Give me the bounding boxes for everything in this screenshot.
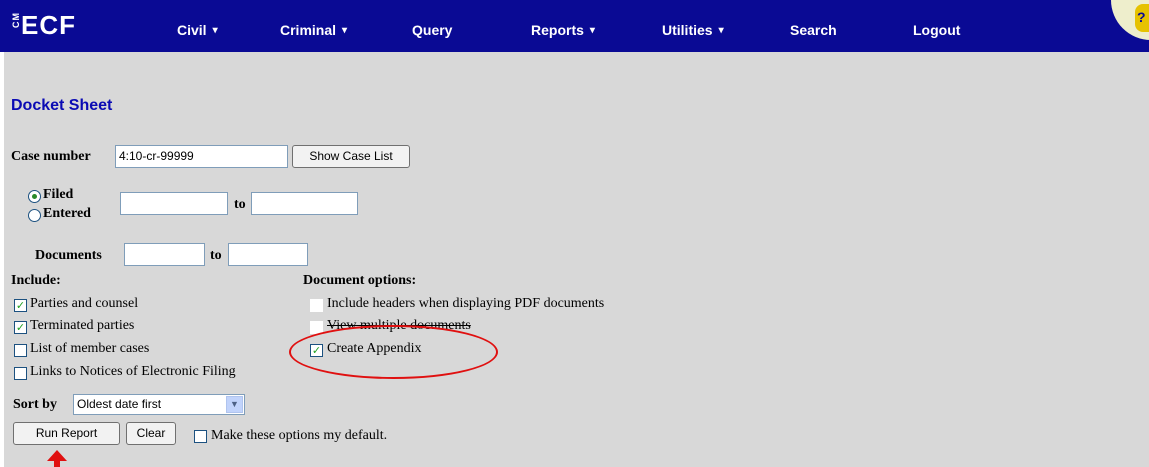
terminated-parties-label: Terminated parties <box>30 318 135 333</box>
list-of-member-cases-label: List of member cases <box>30 341 150 356</box>
nav-link-query[interactable]: Query <box>412 22 452 38</box>
documents-to-input[interactable] <box>228 243 308 266</box>
entered-radio[interactable] <box>28 209 41 222</box>
logo-text: ECF <box>21 10 76 40</box>
terminated-parties-checkbox[interactable]: ✓ <box>14 321 27 334</box>
documents-to-label: to <box>210 248 222 263</box>
date-to-label: to <box>234 197 246 212</box>
include-headers-label: Include headers when displaying PDF docu… <box>327 296 605 311</box>
create-appendix-label: Create Appendix <box>327 341 422 356</box>
sort-by-selected-value: Oldest date first <box>77 397 162 411</box>
chevron-down-icon: ▼ <box>226 396 243 413</box>
documents-from-input[interactable] <box>124 243 205 266</box>
nav-menu-label: Logout <box>913 22 961 38</box>
chevron-down-icon: ▾ <box>718 25 724 36</box>
chevron-down-icon: ▾ <box>589 25 595 36</box>
nav-menu-label: Utilities <box>662 22 713 38</box>
document-options-heading: Document options: <box>303 273 417 288</box>
links-to-nef-label: Links to Notices of Electronic Filing <box>30 364 236 379</box>
date-from-input[interactable] <box>120 192 228 215</box>
nav-menu-label: Reports <box>531 22 584 38</box>
cmecf-logo: CMECF <box>11 10 76 40</box>
chevron-down-icon: ▾ <box>212 25 218 36</box>
case-number-input[interactable]: 4:10-cr-99999 <box>115 145 288 168</box>
nav-menu-label: Civil <box>177 22 207 38</box>
entered-radio-label: Entered <box>43 206 91 221</box>
date-to-input[interactable] <box>251 192 358 215</box>
create-appendix-checkbox[interactable]: ✓ <box>310 344 323 357</box>
help-icon[interactable]: ? <box>1135 4 1149 32</box>
page-title: Docket Sheet <box>11 97 113 114</box>
links-to-nef-checkbox[interactable] <box>14 367 27 380</box>
nav-menu-label: Criminal <box>280 22 337 38</box>
include-headers-checkbox[interactable] <box>310 299 323 312</box>
nav-menu-criminal[interactable]: Criminal ▾ <box>280 22 347 38</box>
parties-and-counsel-label: Parties and counsel <box>30 296 139 311</box>
sort-by-select[interactable]: Oldest date first ▼ <box>73 394 245 415</box>
make-default-checkbox[interactable] <box>194 430 207 443</box>
clear-button[interactable]: Clear <box>126 422 176 445</box>
nav-menu-civil[interactable]: Civil ▾ <box>177 22 218 38</box>
view-multiple-documents-checkbox[interactable] <box>310 321 323 334</box>
parties-and-counsel-checkbox[interactable]: ✓ <box>14 299 27 312</box>
include-heading: Include: <box>11 273 61 288</box>
logo-cm-mark: CM <box>11 12 21 28</box>
nav-menu-utilities[interactable]: Utilities ▾ <box>662 22 724 38</box>
view-multiple-documents-label: View multiple documents <box>327 318 471 333</box>
nav-link-logout[interactable]: Logout <box>913 22 960 38</box>
documents-label: Documents <box>35 248 102 263</box>
nav-menu-label: Search <box>790 22 837 38</box>
make-default-label: Make these options my default. <box>211 428 388 443</box>
filed-radio[interactable] <box>28 190 41 203</box>
nav-link-search[interactable]: Search <box>790 22 837 38</box>
nav-menu-label: Query <box>412 22 453 38</box>
top-navigation-bar: CMECF Civil ▾ Criminal ▾ Query Reports ▾ Ut… <box>0 0 1149 52</box>
case-number-label: Case number <box>11 149 91 164</box>
sort-by-label: Sort by <box>13 397 57 412</box>
run-report-button[interactable]: Run Report <box>13 422 120 445</box>
show-case-list-button[interactable]: Show Case List <box>292 145 410 168</box>
filed-radio-label: Filed <box>43 187 74 202</box>
nav-menu-reports[interactable]: Reports ▾ <box>531 22 595 38</box>
chevron-down-icon: ▾ <box>342 25 348 36</box>
list-of-member-cases-checkbox[interactable] <box>14 344 27 357</box>
